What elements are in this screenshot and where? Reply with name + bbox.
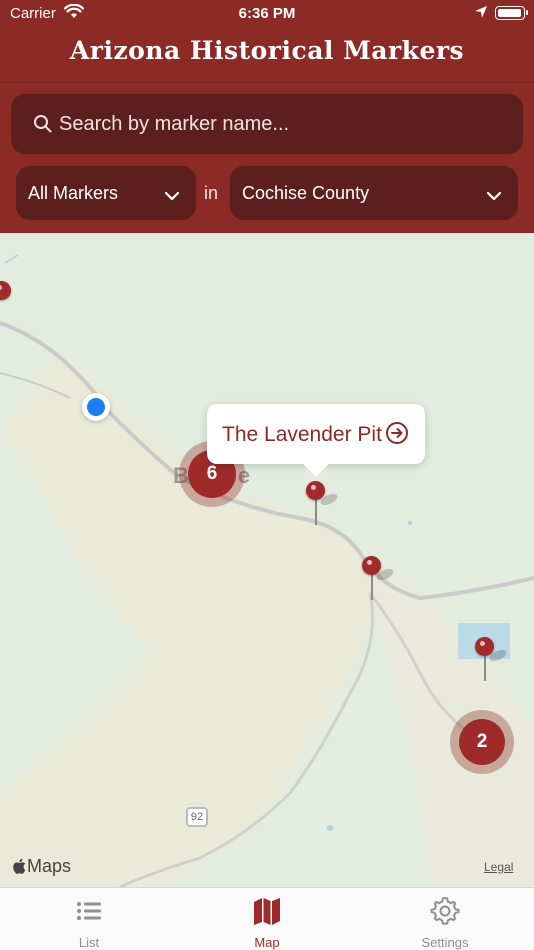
marker-callout[interactable]: The Lavender Pit — [207, 404, 425, 464]
cluster-count: 2 — [459, 719, 505, 765]
gear-icon — [430, 896, 460, 926]
header: Carrier 6:36 PM Arizona Historical Marke… — [0, 0, 534, 233]
marker-type-dropdown[interactable]: All Markers — [16, 166, 196, 220]
map-icon — [252, 896, 282, 926]
search-input[interactable]: Search by marker name... — [11, 94, 523, 154]
maps-attribution: Maps — [27, 856, 72, 876]
search-icon — [33, 114, 53, 139]
county-dropdown[interactable]: Cochise County — [230, 166, 518, 220]
status-bar: Carrier 6:36 PM — [0, 0, 534, 28]
info-arrow-icon[interactable] — [385, 421, 409, 450]
callout-title: The Lavender Pit — [222, 423, 382, 446]
marker-type-value: All Markers — [28, 183, 119, 203]
location-arrow-icon — [474, 5, 488, 23]
apple-maps-logo: Maps — [13, 856, 71, 877]
map-view[interactable]: 92 Bisbee — [0, 233, 534, 887]
map-cluster[interactable]: 2 — [450, 710, 514, 774]
chevron-down-icon — [486, 186, 502, 207]
map-pin[interactable] — [475, 637, 509, 683]
highway-shield: 92 — [186, 807, 208, 827]
map-pin[interactable] — [0, 281, 12, 327]
county-value: Cochise County — [242, 183, 370, 203]
tab-label: Settings — [421, 935, 469, 950]
tab-settings[interactable]: Settings — [356, 888, 534, 950]
list-icon — [74, 896, 104, 926]
divider — [0, 82, 534, 83]
legal-link[interactable]: Legal — [484, 860, 513, 874]
status-time: 6:36 PM — [238, 5, 296, 22]
tab-map[interactable]: Map — [178, 888, 356, 950]
page-title: Arizona Historical Markers — [69, 36, 465, 65]
map-pin[interactable] — [362, 556, 396, 602]
map-pin-lavender-pit[interactable] — [306, 481, 340, 527]
user-location-dot — [82, 393, 110, 421]
chevron-down-icon — [164, 186, 180, 207]
filter-connector-label: in — [204, 183, 219, 203]
tab-bar: List Map Settings — [0, 887, 534, 950]
tab-list[interactable]: List — [0, 888, 178, 950]
map-terrain — [0, 233, 534, 887]
tab-label: Map — [254, 935, 280, 950]
apple-icon — [13, 858, 26, 874]
search-placeholder: Search by marker name... — [59, 113, 290, 135]
battery-icon — [495, 6, 528, 20]
tab-label: List — [78, 935, 100, 950]
